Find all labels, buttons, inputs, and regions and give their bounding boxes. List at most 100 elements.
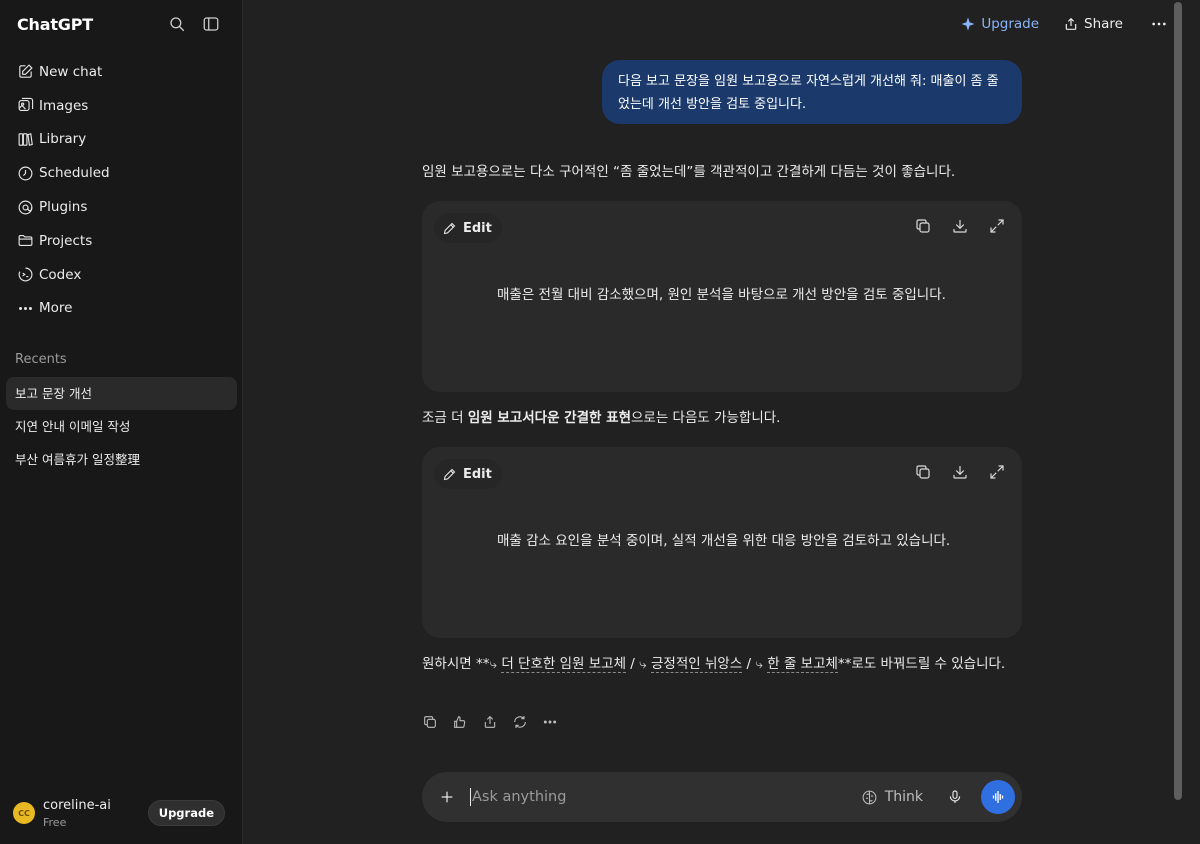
recent-chat-item[interactable]: 부산 여름휴가 일정整理 — [6, 443, 237, 476]
expand-icon — [990, 219, 1004, 233]
sidebar-item-projects[interactable]: Projects — [6, 224, 236, 258]
attach-button[interactable] — [436, 786, 458, 808]
conversation-options-button[interactable] — [1149, 16, 1169, 32]
sidebar-item-plugins[interactable]: Plugins — [6, 190, 236, 224]
more-actions-button[interactable] — [542, 714, 560, 732]
sidebar-item-images[interactable]: Images — [6, 89, 236, 123]
edit-label: Edit — [463, 466, 492, 482]
thumbs-icon — [454, 716, 466, 728]
sidebar-item-label: New chat — [39, 63, 103, 80]
clock-icon — [18, 166, 32, 181]
followup-separator: / — [626, 656, 640, 672]
edit-button[interactable]: Edit — [434, 459, 502, 489]
more-horizontal-icon — [1152, 22, 1166, 26]
think-button[interactable]: Think — [861, 789, 923, 806]
followup-pre: 원하시면 ** — [422, 656, 490, 672]
dictate-button[interactable] — [945, 787, 965, 807]
edit-label: Edit — [463, 220, 492, 236]
sidebar-header: ChatGPT — [0, 0, 242, 48]
share-message-button[interactable] — [482, 714, 500, 732]
sidebar-toggle-icon — [203, 17, 219, 31]
regenerate-button[interactable] — [512, 714, 530, 732]
user-plan: Free — [43, 815, 67, 829]
middle-text-post: 으로는 다음도 가능합니다. — [630, 410, 781, 426]
recents-heading: Recents — [15, 352, 67, 368]
sidebar-item-codex[interactable]: Codex — [6, 258, 236, 292]
logo[interactable]: ChatGPT — [17, 15, 158, 34]
account-footer: CC coreline-ai Free Upgrade — [0, 782, 243, 844]
folder-icon — [18, 235, 32, 247]
user-name: coreline-ai — [43, 797, 111, 813]
copy-icon — [424, 716, 436, 728]
assistant-intro-text: 임원 보고용으로는 다소 구어적인 “좀 줄었는데”를 객관적이고 간결하게 다… — [422, 164, 956, 180]
card-actions — [895, 217, 1006, 235]
search-icon — [170, 17, 185, 32]
sidebar-item-more[interactable]: More — [6, 292, 236, 326]
assistant-middle-text: 조금 더 임원 보고서다운 간결한 표현으로는 다음도 가능합니다. — [422, 406, 780, 431]
sparkle-icon — [961, 17, 975, 31]
followup-option[interactable]: 더 단호한 임원 보고체 — [501, 656, 626, 673]
sidebar-item-scheduled[interactable]: Scheduled — [6, 156, 236, 190]
expand-button[interactable] — [988, 217, 1006, 235]
middle-text-pre: 조금 더 — [422, 410, 468, 426]
copy-message-button[interactable] — [422, 714, 440, 732]
user-meta[interactable]: coreline-ai Free — [43, 798, 148, 829]
share-button[interactable]: Share — [1063, 16, 1123, 32]
download-button[interactable] — [951, 217, 969, 235]
download-icon — [953, 466, 967, 479]
toggle-sidebar-button[interactable] — [196, 9, 226, 39]
top-bar: Upgrade Share — [936, 0, 1185, 48]
more-horizontal-icon — [543, 720, 557, 724]
codex-icon — [18, 267, 32, 282]
copy-icon — [916, 465, 930, 479]
message-actions — [422, 714, 572, 732]
plugins-icon — [18, 200, 32, 215]
share-icon — [1065, 17, 1077, 30]
sidebar-item-label: Scheduled — [39, 165, 110, 182]
sidebar-item-library[interactable]: Library — [6, 123, 236, 157]
upgrade-button[interactable]: Upgrade — [960, 16, 1039, 32]
upgrade-label: Upgrade — [981, 16, 1040, 32]
recent-chat-item[interactable]: 지연 안내 이메일 작성 — [6, 410, 237, 443]
prompt-input[interactable] — [472, 782, 861, 812]
card-actions — [895, 463, 1006, 481]
upload-icon — [484, 715, 496, 728]
reply-arrow-icon: ⤷ — [755, 656, 763, 672]
scrollbar[interactable] — [1170, 0, 1185, 844]
sidebar-upgrade-button[interactable]: Upgrade — [147, 800, 225, 826]
search-button[interactable] — [162, 9, 192, 39]
middle-text-bold: 임원 보고서다운 간결한 표현 — [467, 410, 631, 426]
copy-button[interactable] — [914, 463, 932, 481]
think-label: Think — [884, 789, 923, 805]
avatar[interactable]: CC — [13, 802, 35, 824]
copy-button[interactable] — [914, 217, 932, 235]
download-button[interactable] — [951, 463, 969, 481]
followup-separator: / — [742, 656, 756, 672]
waveform-icon — [992, 791, 1004, 803]
sidebar-item-label: Images — [39, 97, 89, 114]
rewrite-card: Edit 매출 감소 요인을 분석 중이며, 실적 개선을 위한 대응 방안을 … — [422, 447, 1022, 638]
rewrite-card: Edit 매출은 전월 대비 감소했으며, 원인 분석을 바탕으로 개선 방안을… — [422, 201, 1022, 392]
recents-list: 보고 문장 개선 지연 안내 이메일 작성 부산 여름휴가 일정整理 — [0, 377, 242, 476]
recent-chat-item[interactable]: 보고 문장 개선 — [6, 377, 237, 411]
user-message-bubble: 다음 보고 문장을 임원 보고용으로 자연스럽게 개선해 줘: 매출이 좀 줄었… — [602, 60, 1022, 124]
edit-button[interactable]: Edit — [434, 213, 502, 243]
feedback-button[interactable] — [452, 714, 470, 732]
followup-option[interactable]: 긍정적인 뉘앙스 — [651, 656, 743, 673]
rewrite-text: 매출 감소 요인을 분석 중이며, 실적 개선을 위한 대응 방안을 검토하고 … — [497, 533, 951, 549]
images-icon — [18, 98, 33, 112]
expand-button[interactable] — [988, 463, 1006, 481]
plus-icon — [441, 791, 453, 803]
sidebar: ChatGPT New chat Images Library Schedule… — [0, 0, 243, 844]
reply-arrow-icon: ⤷ — [639, 656, 647, 672]
sidebar-item-label: Plugins — [39, 199, 88, 216]
copy-icon — [916, 219, 930, 233]
brain-icon — [862, 790, 877, 804]
scrollbar-thumb[interactable] — [1174, 2, 1182, 800]
voice-mode-button[interactable] — [981, 780, 1015, 814]
sidebar-item-label: Projects — [39, 232, 93, 249]
pencil-icon — [443, 468, 456, 480]
sidebar-item-new-chat[interactable]: New chat — [6, 55, 236, 89]
followup-option[interactable]: 한 줄 보고체 — [767, 656, 838, 673]
more-icon — [18, 306, 32, 310]
